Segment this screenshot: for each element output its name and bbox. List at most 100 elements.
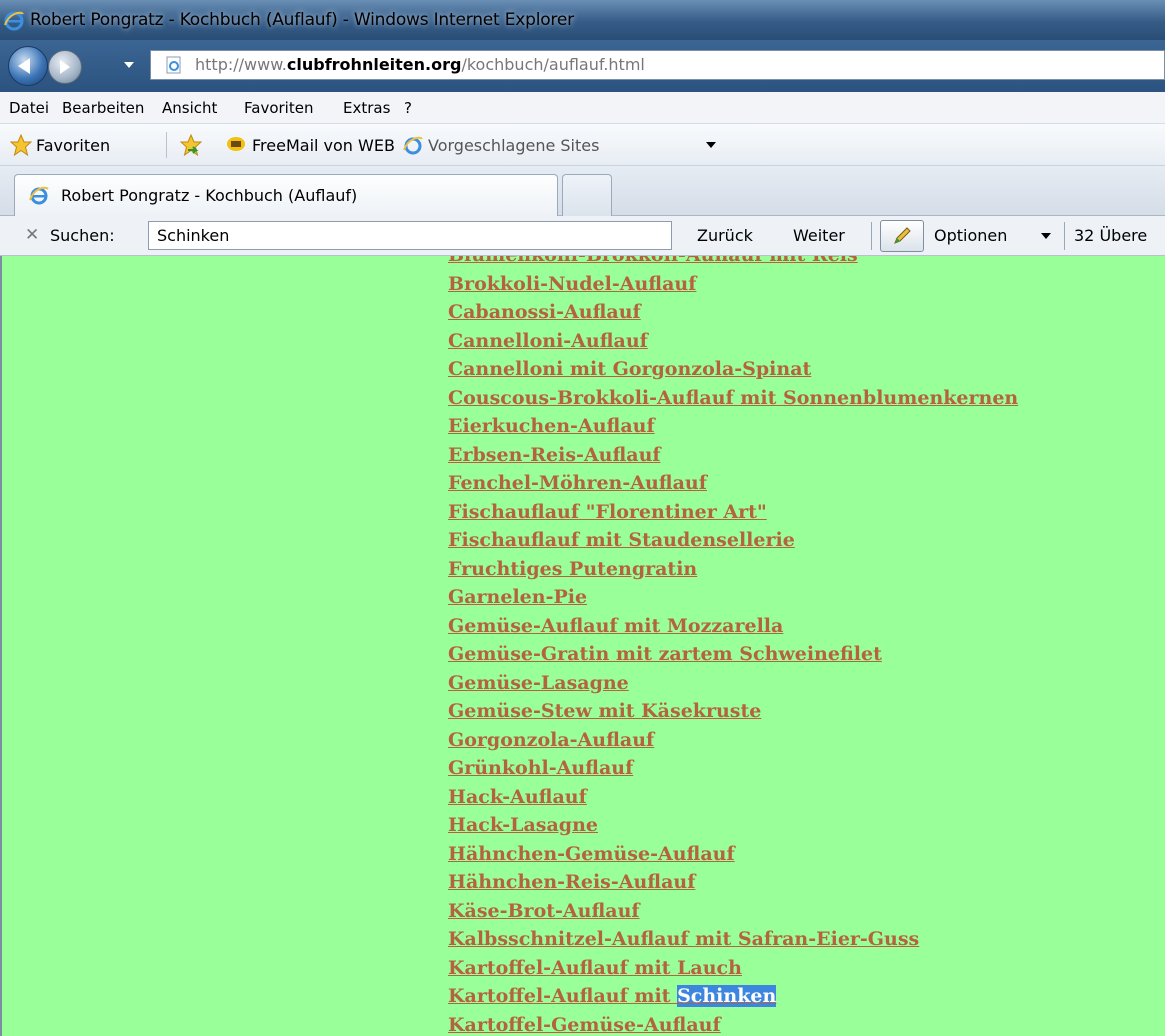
menu-extras[interactable]: Extras xyxy=(343,99,390,117)
suggested-sites-dropdown-icon[interactable] xyxy=(706,142,716,148)
navigation-bar: http://www.clubfrohnleiten.org/kochbuch/… xyxy=(0,40,1165,92)
recipe-link[interactable]: Kalbsschnitzel-Auflauf mit Safran-Eier-G… xyxy=(448,928,919,950)
tab-title: Robert Pongratz - Kochbuch (Auflauf) xyxy=(61,186,358,205)
tab-page-icon xyxy=(29,186,49,205)
recipe-link[interactable]: Grünkohl-Auflauf xyxy=(448,757,633,779)
menu-bearbeiten[interactable]: Bearbeiten xyxy=(62,99,144,117)
recipe-link[interactable]: Couscous-Brokkoli-Auflauf mit Sonnenblum… xyxy=(448,387,1018,409)
menu-ansicht[interactable]: Ansicht xyxy=(162,99,217,117)
menu-bar: Datei Bearbeiten Ansicht Favoriten Extra… xyxy=(0,92,1165,124)
recipe-list-item: Fruchtiges Putengratin xyxy=(448,558,1018,587)
favorites-star-icon xyxy=(10,134,32,156)
find-next-button[interactable]: Weiter xyxy=(793,226,845,245)
recipe-list-item: Eierkuchen-Auflauf xyxy=(448,415,1018,444)
recipe-list-item: Couscous-Brokkoli-Auflauf mit Sonnenblum… xyxy=(448,387,1018,416)
find-previous-button[interactable]: Zurück xyxy=(697,226,753,245)
recipe-list-item: Gorgonzola-Auflauf xyxy=(448,729,1018,758)
favorites-bar: Favoriten FreeMail von WEB Vorgeschlagen… xyxy=(0,124,1165,166)
recipe-link[interactable]: Erbsen-Reis-Auflauf xyxy=(448,444,661,466)
tab-active[interactable]: Robert Pongratz - Kochbuch (Auflauf) xyxy=(14,174,558,216)
recipe-link[interactable]: Garnelen-Pie xyxy=(448,586,587,608)
recipe-list: Blumenkohl-Brokkoli-Auflauf mit Reis Brok… xyxy=(448,256,1018,1036)
new-tab-button[interactable] xyxy=(562,174,612,216)
recipe-link[interactable]: Cabanossi-Auflauf xyxy=(448,301,641,323)
options-dropdown-icon[interactable] xyxy=(1041,233,1051,239)
recipe-link[interactable]: Eierkuchen-Auflauf xyxy=(448,415,655,437)
forward-button[interactable] xyxy=(48,50,82,84)
recipe-link[interactable]: Gemüse-Gratin mit zartem Schweinefilet xyxy=(448,643,882,665)
recipe-link[interactable]: Fischauflauf "Florentiner Art" xyxy=(448,501,767,523)
recipe-link[interactable]: Fischauflauf mit Staudensellerie xyxy=(448,529,795,551)
highlight-matches-button[interactable] xyxy=(880,220,924,252)
recipe-list-item: Gemüse-Auflauf mit Mozzarella xyxy=(448,615,1018,644)
window-title-bar: Robert Pongratz - Kochbuch (Auflauf) - W… xyxy=(0,0,1165,40)
tab-bar: Robert Pongratz - Kochbuch (Auflauf) xyxy=(0,166,1165,216)
recipe-list-item: Fischauflauf mit Staudensellerie xyxy=(448,529,1018,558)
match-count: 32 Übere xyxy=(1074,226,1148,245)
recipe-list-item: Fenchel-Möhren-Auflauf xyxy=(448,472,1018,501)
recipe-list-item: Cannelloni-Auflauf xyxy=(448,330,1018,359)
recipe-link[interactable]: Kartoffel-Gemüse-Auflauf xyxy=(448,1014,721,1036)
recipe-link[interactable]: Gemüse-Stew mit Käsekruste xyxy=(448,700,761,722)
recipe-link[interactable]: Fenchel-Möhren-Auflauf xyxy=(448,472,707,494)
recipe-list-item: Kartoffel-Auflauf mit Schinken xyxy=(448,985,1018,1014)
back-button[interactable] xyxy=(8,46,48,86)
recipe-link[interactable]: Gemüse-Auflauf mit Mozzarella xyxy=(448,615,783,637)
window-title: Robert Pongratz - Kochbuch (Auflauf) - W… xyxy=(30,10,574,30)
recipe-list-item: Cabanossi-Auflauf xyxy=(448,301,1018,330)
recipe-list-item: Cannelloni mit Gorgonzola-Spinat xyxy=(448,358,1018,387)
menu-favoriten[interactable]: Favoriten xyxy=(244,99,313,117)
recipe-list-item: Kalbsschnitzel-Auflauf mit Safran-Eier-G… xyxy=(448,928,1018,957)
recipe-link[interactable]: Fruchtiges Putengratin xyxy=(448,558,697,580)
recipe-link[interactable]: Kartoffel-Auflauf mit Schinken xyxy=(448,985,777,1007)
back-arrow-icon xyxy=(18,58,30,74)
recipe-link[interactable]: Gemüse-Lasagne xyxy=(448,672,629,694)
recipe-link[interactable]: Cannelloni-Auflauf xyxy=(448,330,648,352)
recipe-list-item: Kartoffel-Gemüse-Auflauf xyxy=(448,1014,1018,1036)
recipe-list-item: Gemüse-Lasagne xyxy=(448,672,1018,701)
add-to-favorites-bar-icon[interactable] xyxy=(180,134,202,156)
recipe-link[interactable]: Blumenkohl-Brokkoli-Auflauf mit Reis xyxy=(448,256,858,266)
recipe-link[interactable]: Cannelloni mit Gorgonzola-Spinat xyxy=(448,358,811,380)
recipe-list-item: Hack-Auflauf xyxy=(448,786,1018,815)
suggested-sites-link[interactable]: Vorgeschlagene Sites xyxy=(428,136,599,155)
find-input[interactable] xyxy=(148,221,672,250)
recipe-list-item: Kartoffel-Auflauf mit Lauch xyxy=(448,957,1018,986)
find-options-button[interactable]: Optionen xyxy=(934,226,1007,245)
history-dropdown-icon[interactable] xyxy=(124,62,134,68)
forward-arrow-icon xyxy=(60,60,70,74)
recipe-list-item: Grünkohl-Auflauf xyxy=(448,757,1018,786)
search-highlight: Schinken xyxy=(677,985,777,1007)
favorites-button[interactable]: Favoriten xyxy=(36,136,110,155)
internet-explorer-icon xyxy=(4,11,24,31)
recipe-link[interactable]: Gorgonzola-Auflauf xyxy=(448,729,654,751)
address-url: http://www.clubfrohnleiten.org/kochbuch/… xyxy=(195,55,645,74)
menu-datei[interactable]: Datei xyxy=(9,99,49,117)
favorites-separator xyxy=(166,132,167,158)
recipe-link[interactable]: Brokkoli-Nudel-Auflauf xyxy=(448,273,696,295)
recipe-list-item: Blumenkohl-Brokkoli-Auflauf mit Reis xyxy=(448,256,1018,273)
page-icon xyxy=(166,56,181,74)
menu-help[interactable]: ? xyxy=(404,99,412,117)
recipe-link[interactable]: Hähnchen-Reis-Auflauf xyxy=(448,871,695,893)
close-find-icon[interactable]: ✕ xyxy=(25,225,39,245)
recipe-list-item: Hähnchen-Gemüse-Auflauf xyxy=(448,843,1018,872)
page-content: Blumenkohl-Brokkoli-Auflauf mit Reis Brok… xyxy=(0,256,1165,1036)
recipe-link[interactable]: Hack-Auflauf xyxy=(448,786,587,808)
suggested-sites-icon xyxy=(403,136,423,155)
find-separator xyxy=(871,222,872,250)
recipe-list-item: Hack-Lasagne xyxy=(448,814,1018,843)
find-label: Suchen: xyxy=(50,226,115,245)
recipe-link[interactable]: Hähnchen-Gemüse-Auflauf xyxy=(448,843,735,865)
address-bar[interactable]: http://www.clubfrohnleiten.org/kochbuch/… xyxy=(150,50,1165,80)
find-bar: ✕ Suchen: Zurück Weiter Optionen 32 Über… xyxy=(0,216,1165,256)
recipe-list-item: Käse-Brot-Auflauf xyxy=(448,900,1018,929)
recipe-list-item: Brokkoli-Nudel-Auflauf xyxy=(448,273,1018,302)
freemail-link[interactable]: FreeMail von WEB xyxy=(252,136,395,155)
recipe-link[interactable]: Käse-Brot-Auflauf xyxy=(448,900,640,922)
recipe-list-item: Gemüse-Stew mit Käsekruste xyxy=(448,700,1018,729)
recipe-link[interactable]: Kartoffel-Auflauf mit Lauch xyxy=(448,957,742,979)
recipe-list-item: Garnelen-Pie xyxy=(448,586,1018,615)
recipe-list-item: Hähnchen-Reis-Auflauf xyxy=(448,871,1018,900)
recipe-link[interactable]: Hack-Lasagne xyxy=(448,814,598,836)
